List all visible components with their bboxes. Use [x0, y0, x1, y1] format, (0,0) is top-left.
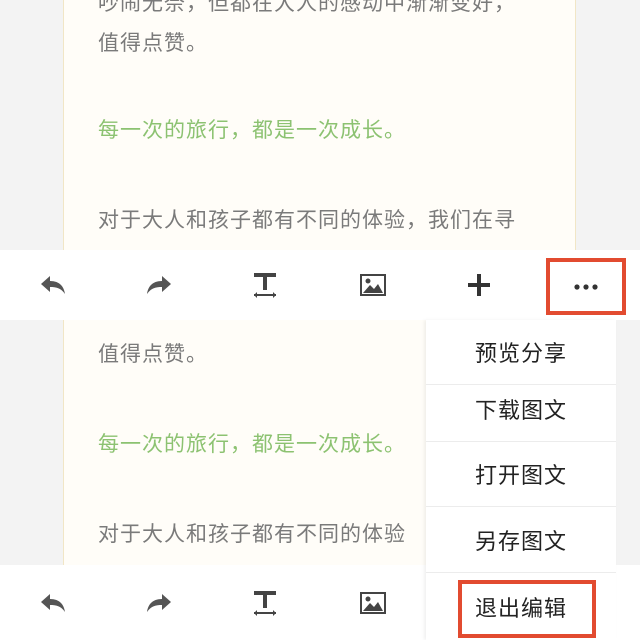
document-card-top: 吵闹无奈，但都在大人的感动中渐渐变好， 值得点赞。 每一次的旅行，都是一次成长。…: [63, 0, 576, 250]
image-button-2[interactable]: [343, 565, 403, 640]
redo-button-2[interactable]: [129, 565, 189, 640]
undo-icon: [41, 276, 65, 294]
redo-icon: [147, 276, 171, 294]
text-format-button-2[interactable]: [235, 565, 295, 640]
image-icon: [360, 274, 386, 296]
menu-item-preview-share[interactable]: 预览分享: [426, 320, 616, 385]
more-icon: [574, 283, 598, 290]
text-format-icon: [254, 273, 276, 298]
undo-button[interactable]: [23, 250, 83, 320]
doc-line-partial: 吵闹无奈，但都在大人的感动中渐渐变好，: [98, 0, 516, 15]
undo-button-2[interactable]: [23, 565, 83, 640]
doc-line-praise: 值得点赞。: [98, 31, 208, 55]
editor-screen: 吵闹无奈，但都在大人的感动中渐渐变好， 值得点赞。 每一次的旅行，都是一次成长。…: [0, 0, 640, 640]
add-button[interactable]: [449, 250, 509, 320]
more-menu: 预览分享 下载图文 打开图文 另存图文 退出编辑: [426, 320, 616, 640]
image-button[interactable]: [343, 250, 403, 320]
doc-line-growth: 每一次的旅行，都是一次成长。: [98, 118, 406, 142]
redo-icon: [147, 593, 171, 612]
image-icon: [360, 591, 386, 614]
menu-item-save-as[interactable]: 另存图文: [426, 508, 616, 573]
redo-button[interactable]: [129, 250, 189, 320]
menu-item-open[interactable]: 打开图文: [426, 442, 616, 507]
text-format-button[interactable]: [235, 250, 295, 320]
undo-icon: [41, 593, 65, 612]
add-icon: [468, 274, 490, 296]
more-button[interactable]: [546, 258, 626, 315]
menu-item-download[interactable]: 下载图文: [426, 377, 616, 442]
doc-line-experience: 对于大人和孩子都有不同的体验，我们在寻: [98, 208, 516, 232]
menu-item-exit-edit[interactable]: 退出编辑: [426, 574, 616, 639]
editor-toolbar-top: [0, 250, 640, 320]
text-format-icon: [254, 590, 276, 616]
